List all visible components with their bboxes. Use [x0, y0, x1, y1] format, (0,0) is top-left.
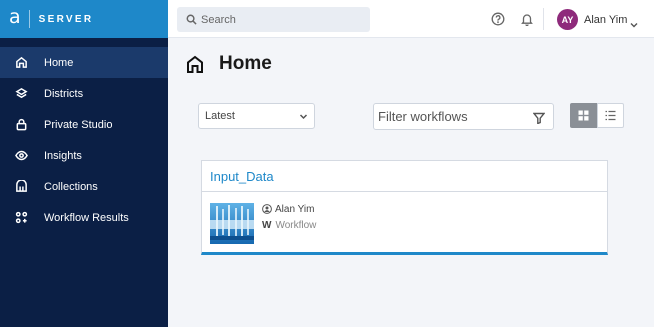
- sidebar-item-collections[interactable]: Collections: [0, 171, 168, 202]
- user-menu[interactable]: AY Alan Yim: [557, 9, 638, 30]
- home-icon: [14, 56, 28, 70]
- sidebar-item-label: Workflow Results: [44, 211, 129, 224]
- search-icon: [186, 14, 197, 25]
- user-icon: [262, 204, 272, 214]
- grid-view-button[interactable]: [570, 103, 597, 128]
- sidebar-item-districts[interactable]: Districts: [0, 78, 168, 109]
- collections-icon: [14, 180, 28, 194]
- search-input[interactable]: [201, 13, 361, 26]
- sidebar-item-label: Home: [44, 56, 74, 69]
- workflow-results-icon: [14, 211, 28, 225]
- lock-icon: [14, 118, 28, 132]
- sort-select-value: Latest: [205, 110, 235, 122]
- workflow-card-body: Alan Yim W Workflow: [202, 192, 607, 253]
- workflow-owner-row: Alan Yim: [262, 201, 316, 217]
- grid-icon: [578, 110, 589, 121]
- chevron-down-icon: [299, 112, 308, 121]
- bell-icon[interactable]: [520, 12, 534, 27]
- eye-icon: [14, 149, 28, 163]
- workflow-type-row: W Workflow: [262, 217, 316, 233]
- sidebar: a SERVER Home Districts Private Studio I…: [0, 0, 168, 327]
- avatar: AY: [557, 9, 578, 30]
- list-icon: [605, 110, 616, 121]
- sidebar-item-workflow-results[interactable]: Workflow Results: [0, 202, 168, 233]
- sidebar-nav: Home Districts Private Studio Insights C…: [0, 38, 168, 233]
- sidebar-item-insights[interactable]: Insights: [0, 140, 168, 171]
- layers-icon: [14, 87, 28, 101]
- top-bar: AY Alan Yim: [168, 0, 654, 38]
- sidebar-item-label: Insights: [44, 149, 82, 162]
- workflow-type-badge: W: [262, 219, 272, 231]
- sidebar-item-label: Districts: [44, 87, 84, 100]
- sort-select[interactable]: Latest: [198, 103, 315, 129]
- sidebar-item-private-studio[interactable]: Private Studio: [0, 109, 168, 140]
- topbar-divider: [543, 8, 544, 30]
- workflow-owner: Alan Yim: [275, 203, 315, 215]
- brand-divider: [28, 10, 30, 28]
- sidebar-item-label: Private Studio: [44, 118, 113, 131]
- filter-box[interactable]: [373, 103, 554, 130]
- chevron-down-icon: [630, 16, 638, 27]
- search-box[interactable]: [177, 7, 370, 32]
- brand-logo: a: [9, 6, 21, 28]
- brand-header[interactable]: a SERVER: [0, 0, 168, 38]
- workflow-thumbnail: [210, 203, 254, 244]
- help-icon[interactable]: [491, 12, 505, 26]
- sidebar-item-home[interactable]: Home: [0, 47, 168, 78]
- sidebar-item-label: Collections: [44, 180, 98, 193]
- workflow-card-title[interactable]: Input_Data: [202, 161, 607, 192]
- list-view-button[interactable]: [597, 103, 624, 128]
- workflow-card[interactable]: Input_Data Alan Yim W Workflow: [201, 160, 608, 255]
- user-name: Alan Yim: [584, 13, 628, 26]
- page-header: Home: [185, 53, 272, 75]
- brand-name: SERVER: [38, 13, 94, 25]
- filter-icon[interactable]: [532, 111, 546, 125]
- filter-input[interactable]: [378, 109, 528, 124]
- home-icon: [187, 55, 203, 73]
- page-title: Home: [219, 53, 272, 74]
- workflow-type: Workflow: [275, 219, 317, 231]
- workflow-meta: Alan Yim W Workflow: [262, 201, 316, 233]
